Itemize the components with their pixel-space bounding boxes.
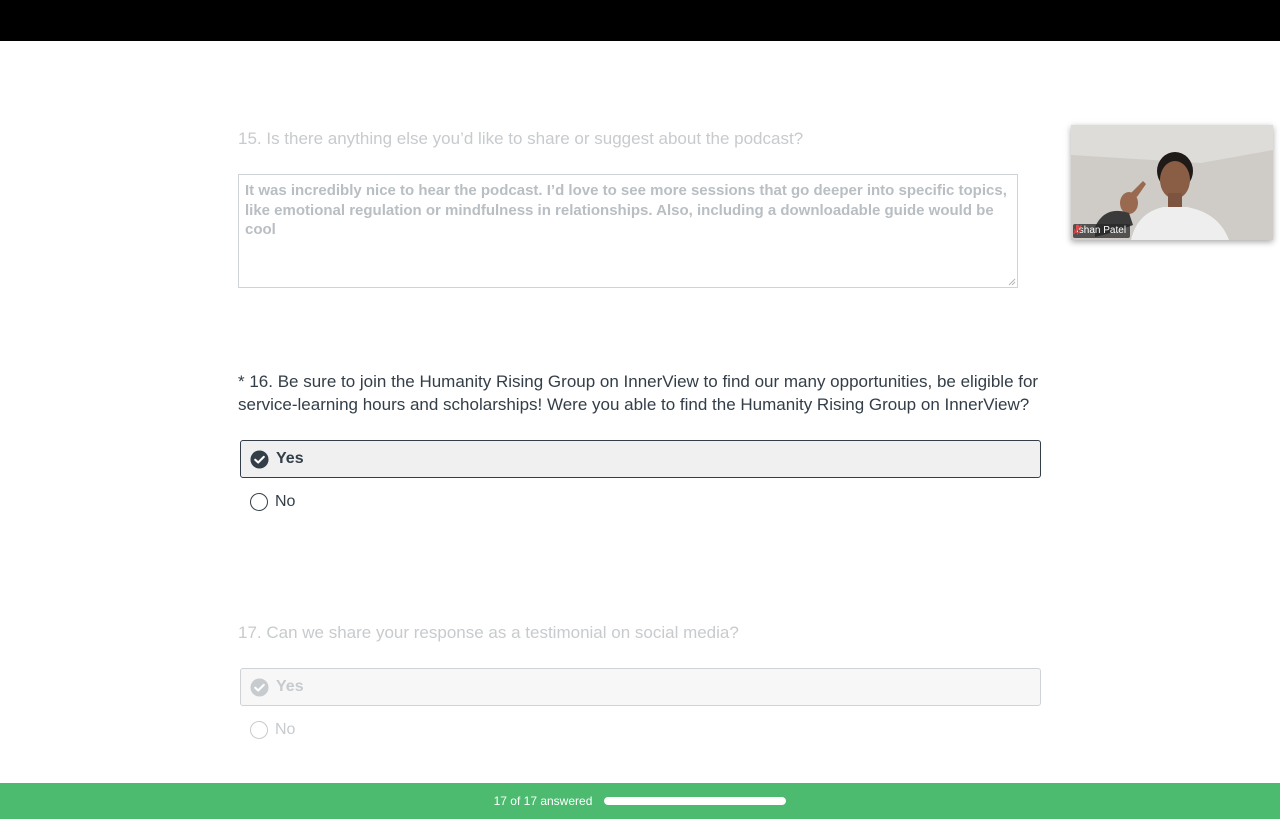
- question-17-option-no[interactable]: No: [240, 711, 1041, 749]
- question-17: 17. Can we share your response as a test…: [238, 621, 1043, 749]
- option-label: Yes: [276, 450, 304, 467]
- question-15: 15. Is there anything else you’d like to…: [238, 127, 1043, 288]
- progress-footer: 17 of 17 answered: [0, 783, 1280, 819]
- progress-bar-fill: [604, 797, 787, 805]
- question-16-option-no[interactable]: No: [240, 483, 1041, 521]
- option-label: No: [275, 493, 296, 510]
- question-15-title: 15. Is there anything else you’d like to…: [238, 129, 804, 148]
- option-label: Yes: [276, 678, 304, 695]
- question-17-options: Yes No: [238, 668, 1043, 749]
- participant-name: Ishan Patel: [1076, 225, 1127, 236]
- video-call-thumbnail[interactable]: Ishan Patel: [1071, 125, 1273, 240]
- question-15-answer-text: It was incredibly nice to hear the podca…: [245, 182, 1007, 238]
- question-16-title: * 16. Be sure to join the Humanity Risin…: [238, 372, 1039, 414]
- resize-handle-icon[interactable]: [1008, 278, 1016, 286]
- muted-mic-icon: [1073, 224, 1082, 235]
- checkmark-circle-icon: [250, 449, 269, 469]
- question-16-option-yes[interactable]: Yes: [240, 440, 1041, 478]
- participant-video-feed: [1071, 125, 1273, 240]
- question-16: * 16. Be sure to join the Humanity Risin…: [238, 370, 1043, 521]
- radio-unchecked-icon: [250, 721, 268, 739]
- question-17-title: 17. Can we share your response as a test…: [238, 623, 739, 642]
- question-15-answer-textarea[interactable]: It was incredibly nice to hear the podca…: [238, 174, 1018, 288]
- top-bar: [0, 0, 1280, 41]
- radio-unchecked-icon: [250, 493, 268, 511]
- progress-bar: [604, 797, 787, 805]
- question-17-option-yes[interactable]: Yes: [240, 668, 1041, 706]
- checkmark-circle-icon: [250, 677, 269, 697]
- progress-text: 17 of 17 answered: [493, 794, 593, 808]
- question-16-options: Yes No: [238, 440, 1043, 521]
- participant-name-tag: Ishan Patel: [1073, 224, 1131, 238]
- option-label: No: [275, 721, 296, 738]
